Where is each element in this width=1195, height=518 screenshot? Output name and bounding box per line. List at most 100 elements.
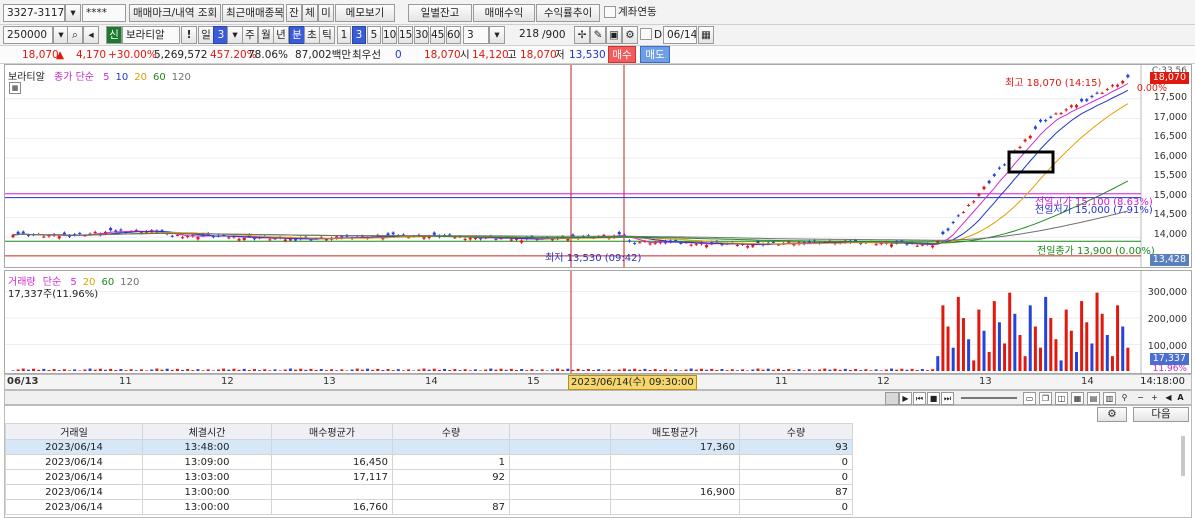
- time-tick: 13: [323, 376, 336, 387]
- credit-badge: 신: [106, 26, 122, 44]
- count-dropdown[interactable]: ▾: [489, 26, 505, 44]
- crosshair-icon[interactable]: ✢: [574, 26, 590, 44]
- interval-15[interactable]: 15: [398, 26, 413, 44]
- tab-mi[interactable]: 미: [318, 4, 334, 22]
- volume-bar: [720, 369, 724, 371]
- volume-bar: [376, 368, 380, 371]
- tile-icon[interactable]: ▦: [1071, 392, 1084, 405]
- password-field[interactable]: ****: [82, 4, 126, 22]
- zoom-in-icon[interactable]: +: [1149, 392, 1160, 403]
- zoom-icon[interactable]: ⚲: [1119, 392, 1130, 403]
- stop-icon[interactable]: ■: [927, 392, 940, 405]
- trade-mark-button[interactable]: 매매마크/내역 조회: [129, 4, 221, 22]
- last-icon[interactable]: ⏭: [941, 392, 954, 405]
- code-field[interactable]: 250000: [3, 26, 53, 44]
- settings-gear-icon[interactable]: ⚙: [1097, 407, 1127, 422]
- volume-bar: [1018, 335, 1022, 371]
- cell-blank: [509, 484, 611, 500]
- candle: [1095, 92, 1099, 94]
- table-row[interactable]: 2023/06/14 13:03:00 17,117 92 0: [5, 469, 853, 485]
- grid-icon[interactable]: ▦: [9, 82, 21, 94]
- volume-bar: [160, 369, 164, 371]
- recent-trades-button[interactable]: 최근매매종목: [222, 4, 284, 22]
- interval-10[interactable]: 10: [382, 26, 397, 44]
- ma-line-20: [12, 103, 1129, 245]
- volume-bar: [155, 368, 159, 371]
- period-minute[interactable]: 분: [289, 26, 305, 44]
- pen-icon[interactable]: ✎: [590, 26, 606, 44]
- table-row[interactable]: 2023/06/14 13:09:00 16,450 1 0: [5, 454, 853, 470]
- cell-buy-qty: 87: [392, 499, 510, 515]
- speaker-icon[interactable]: ◂: [83, 26, 99, 44]
- tile-more-icon[interactable]: ▥: [1103, 392, 1116, 405]
- volume-bar: [21, 368, 25, 371]
- buy-button[interactable]: 매수: [608, 46, 636, 63]
- period-second[interactable]: 초: [304, 26, 320, 44]
- period-year[interactable]: 년: [273, 26, 289, 44]
- volume-chart-panel[interactable]: 거래량 단순 5 20 60 120 17,337주(11.96%) 300,000 2…: [4, 270, 1192, 374]
- daily-balance-button[interactable]: 일별잔고: [408, 4, 472, 22]
- volume-bar: [355, 368, 359, 371]
- table-row[interactable]: 2023/06/14 13:00:00 16,900 87: [5, 484, 853, 500]
- save-icon[interactable]: ▣: [606, 26, 622, 44]
- price-axis-label: 17,500: [1153, 92, 1187, 103]
- interval-1[interactable]: 1: [337, 26, 351, 44]
- count-field[interactable]: 3: [463, 26, 489, 44]
- alert-button[interactable]: !: [181, 26, 197, 44]
- period-week[interactable]: 주: [242, 26, 258, 44]
- sell-button[interactable]: 매도: [640, 46, 670, 63]
- prev-close-note: 전일종가 13,900 (0.00%): [1037, 246, 1155, 257]
- account-link-checkbox[interactable]: [604, 6, 616, 18]
- interval-60[interactable]: 60: [446, 26, 461, 44]
- profit-trend-button[interactable]: 수익률추이: [536, 4, 600, 22]
- period-dropdown[interactable]: ▾: [227, 26, 243, 44]
- scroll-right-icon[interactable]: ▶: [899, 392, 912, 405]
- interval-30[interactable]: 30: [414, 26, 429, 44]
- date-checkbox[interactable]: [640, 28, 652, 40]
- next-button[interactable]: 다음: [1133, 407, 1189, 422]
- tile-alt-icon[interactable]: ▤: [1087, 392, 1100, 405]
- tab-jan[interactable]: 잔: [286, 4, 302, 22]
- layout-icon[interactable]: ▭: [1023, 392, 1036, 405]
- search-icon[interactable]: ⌕: [67, 26, 83, 44]
- ma-periods: 5 10 20 60 120: [97, 72, 191, 83]
- interval-3[interactable]: 3: [352, 26, 366, 44]
- price-chart-panel[interactable]: 보라티알 종가 단순 5 10 20 60 120 ▦ 최고 18,070 (14:15…: [4, 64, 1192, 268]
- volume-bar: [823, 368, 827, 371]
- zoom-out-icon[interactable]: −: [1135, 392, 1146, 403]
- volume-bar: [340, 369, 344, 371]
- zoom-slider[interactable]: [961, 397, 1017, 399]
- first-icon[interactable]: ⏮: [913, 392, 926, 405]
- tab-che[interactable]: 체: [302, 4, 318, 22]
- interval-45[interactable]: 45: [430, 26, 445, 44]
- period-tick[interactable]: 틱: [319, 26, 335, 44]
- memo-button[interactable]: 메모보기: [335, 4, 395, 22]
- table-scrollbar[interactable]: [1181, 436, 1185, 476]
- volume-bar: [26, 369, 30, 371]
- split-icon[interactable]: ◫: [1055, 392, 1068, 405]
- scroll-left-icon[interactable]: ◀: [1163, 392, 1174, 403]
- cell-blank: [509, 469, 611, 485]
- date-field[interactable]: 06/14: [663, 26, 697, 44]
- trade-profit-button[interactable]: 매매수익: [473, 4, 535, 22]
- period-day[interactable]: 일: [198, 26, 214, 44]
- stock-code-field[interactable]: 3327-3117: [3, 4, 65, 22]
- period-month[interactable]: 월: [258, 26, 274, 44]
- calendar-icon[interactable]: ▦: [698, 26, 714, 44]
- chart-scrollbar[interactable]: ▶ ⏮ ■ ⏭ ▭ ❐ ◫ ▦ ▤ ▥ ⚲ − + ◀ A: [4, 390, 1192, 405]
- stock-code-dropdown[interactable]: ▾: [65, 4, 81, 22]
- interval-5[interactable]: 5: [367, 26, 381, 44]
- cascade-icon[interactable]: ❐: [1039, 392, 1052, 405]
- table-row[interactable]: 2023/06/14 13:00:00 16,760 87 0: [5, 499, 853, 515]
- cell-buy-avg: 16,760: [271, 499, 393, 515]
- auto-icon[interactable]: A: [1175, 392, 1186, 403]
- stock-name-field[interactable]: 보라티알: [122, 26, 180, 44]
- scroll-thumb[interactable]: [885, 392, 899, 405]
- table-row[interactable]: 2023/06/14 13:48:00 17,360 93: [5, 439, 853, 455]
- current-price: 18,070: [22, 49, 59, 61]
- volume-bar: [653, 369, 657, 371]
- cell-date: 2023/06/14: [5, 454, 143, 470]
- volume-bar: [83, 369, 87, 371]
- candle: [21, 231, 25, 234]
- gear-icon[interactable]: ⚙: [622, 26, 638, 44]
